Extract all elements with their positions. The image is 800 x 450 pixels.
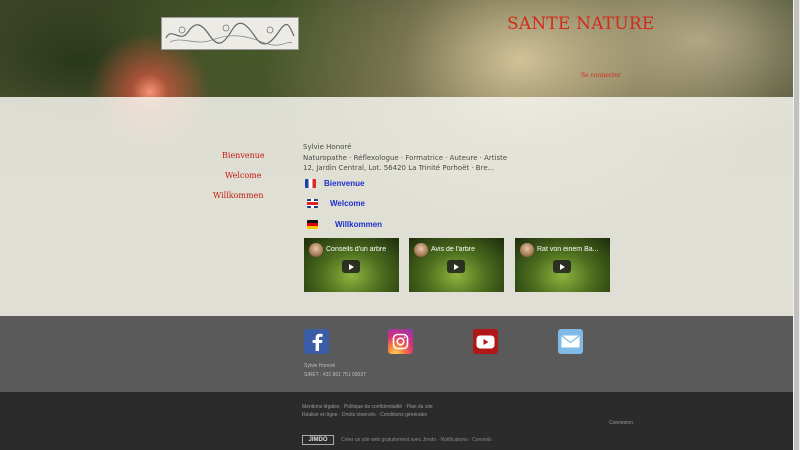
footer-contact-name: Sylvie Honoré bbox=[304, 363, 336, 369]
site-title[interactable]: SANTE NATURE bbox=[507, 14, 654, 34]
flag-uk-icon bbox=[307, 199, 318, 208]
youtube-icon[interactable] bbox=[473, 329, 498, 354]
footer-copyright: Réalisé en ligne · Droits réservés · Con… bbox=[302, 412, 428, 418]
video-title: Rat von einem Ba... bbox=[537, 246, 599, 253]
scrollbar-thumb[interactable] bbox=[794, 0, 799, 450]
nav-item-bienvenue[interactable]: Bienvenue bbox=[222, 151, 265, 160]
owner-name: Sylvie Honoré bbox=[303, 143, 352, 151]
footer-legal-links[interactable]: Mentions légales · Politique de confiden… bbox=[302, 404, 433, 410]
owner-address: 12, Jardin Central, Lot. 56420 La Trinit… bbox=[303, 164, 495, 172]
jimdo-badge[interactable]: JIMDO bbox=[302, 435, 334, 445]
play-icon[interactable] bbox=[342, 260, 360, 273]
nav-item-willkommen[interactable]: Willkommen bbox=[213, 191, 263, 200]
footer bbox=[0, 316, 793, 392]
channel-avatar bbox=[520, 243, 534, 257]
flag-de-icon bbox=[307, 220, 318, 229]
channel-avatar bbox=[414, 243, 428, 257]
video-thumbnail-1[interactable]: Conseils d'un arbre bbox=[304, 238, 399, 292]
lang-link-en[interactable]: Welcome bbox=[307, 199, 365, 208]
lang-label-de: Willkommen bbox=[335, 220, 383, 229]
channel-avatar bbox=[309, 243, 323, 257]
play-icon[interactable] bbox=[447, 260, 465, 273]
scrollbar[interactable] bbox=[793, 0, 800, 450]
email-icon[interactable] bbox=[558, 329, 583, 354]
hero-link[interactable]: Se connecter bbox=[581, 72, 621, 79]
lang-label-en: Welcome bbox=[330, 199, 365, 208]
flag-fr-icon bbox=[305, 179, 316, 188]
jimdo-text[interactable]: Créer un site web gratuitement avec Jimd… bbox=[341, 437, 491, 443]
login-link[interactable]: Connexion bbox=[609, 420, 633, 426]
facebook-icon[interactable] bbox=[304, 329, 329, 354]
instagram-icon[interactable] bbox=[388, 329, 413, 354]
video-title: Conseils d'un arbre bbox=[326, 246, 387, 253]
video-thumbnail-2[interactable]: Avis de l'arbre bbox=[409, 238, 504, 292]
video-thumbnail-3[interactable]: Rat von einem Ba... bbox=[515, 238, 610, 292]
logo-drawing bbox=[165, 22, 295, 46]
lang-link-fr[interactable]: Bienvenue bbox=[305, 179, 364, 188]
footer-siret: SIRET : 431 861 751 00037 bbox=[304, 372, 366, 378]
video-title: Avis de l'arbre bbox=[431, 246, 476, 253]
lang-label-fr: Bienvenue bbox=[324, 179, 365, 188]
site-logo[interactable] bbox=[161, 17, 299, 50]
lang-link-de[interactable]: Willkommen bbox=[307, 220, 382, 229]
play-icon[interactable] bbox=[553, 260, 571, 273]
owner-professions: Naturopathe · Réflexologue · Formatrice … bbox=[303, 154, 508, 162]
nav-item-welcome[interactable]: Welcome bbox=[225, 171, 261, 180]
